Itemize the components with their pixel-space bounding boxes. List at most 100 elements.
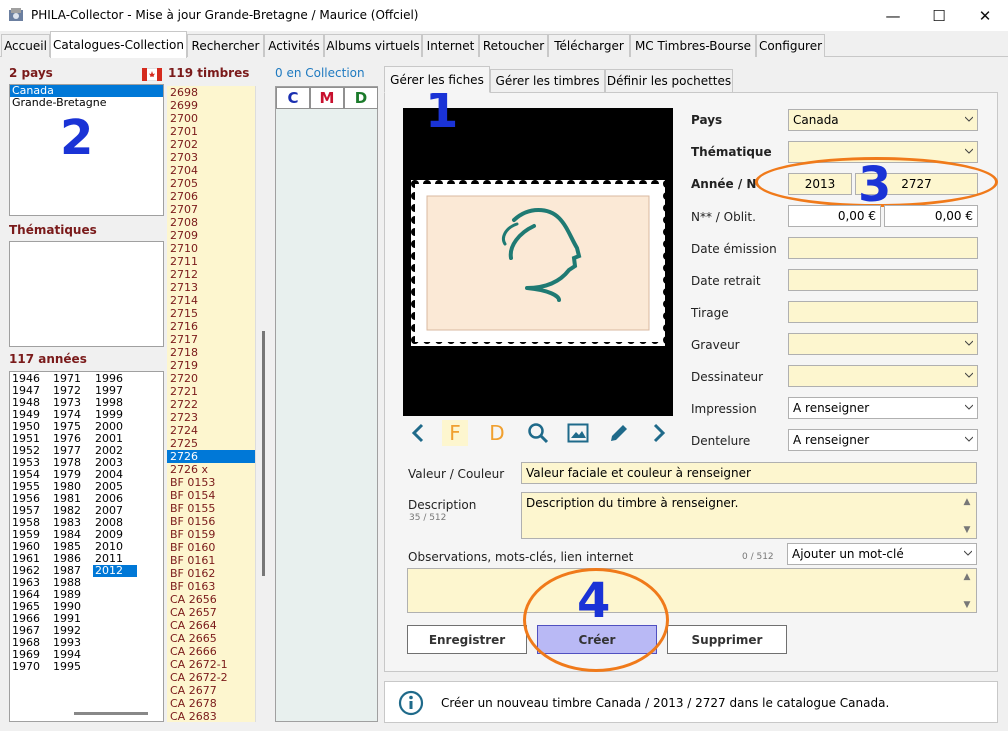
stamp-list-item[interactable]: 2704	[167, 164, 255, 177]
stamp-list-item[interactable]: CA 2672-1	[167, 658, 255, 671]
back-view-button[interactable]: D	[484, 420, 510, 446]
stamp-list-item[interactable]: 2712	[167, 268, 255, 281]
stamp-list-item[interactable]: 2716	[167, 320, 255, 333]
stamp-list-item[interactable]: 2725	[167, 437, 255, 450]
tirage-input[interactable]	[788, 301, 978, 323]
date-retrait-input[interactable]	[788, 269, 978, 291]
minimize-button[interactable]: —	[870, 0, 916, 31]
dessinateur-select[interactable]	[788, 365, 978, 387]
description-textarea[interactable]: Description du timbre à renseigner.	[521, 492, 977, 539]
stamp-list-item[interactable]: BF 0163	[167, 580, 255, 593]
stamp-list-item[interactable]: 2710	[167, 242, 255, 255]
stamp-list-item[interactable]: 2708	[167, 216, 255, 229]
stamp-list-item[interactable]: 2700	[167, 112, 255, 125]
stamp-list-item[interactable]: 2723	[167, 411, 255, 424]
collection-m-button[interactable]: M	[310, 87, 344, 109]
collection-d-button[interactable]: D	[344, 87, 378, 109]
stamp-list-item[interactable]: BF 0162	[167, 567, 255, 580]
stamp-list-item[interactable]: BF 0154	[167, 489, 255, 502]
year-item[interactable]: 1970	[10, 661, 52, 673]
image-icon[interactable]	[565, 420, 591, 446]
collection-list[interactable]: C M D	[275, 86, 378, 722]
maximize-button[interactable]: ☐	[916, 0, 962, 31]
description-scrollbar[interactable]: ▲ ▼	[960, 495, 974, 537]
stamp-list-item[interactable]: 2711	[167, 255, 255, 268]
stamp-list-item[interactable]: 2707	[167, 203, 255, 216]
impression-select[interactable]: A renseigner	[788, 397, 978, 419]
stamp-list-item[interactable]: 2726 x	[167, 463, 255, 476]
stamp-list-item[interactable]: BF 0161	[167, 554, 255, 567]
stamp-list-item[interactable]: BF 0156	[167, 515, 255, 528]
save-button[interactable]: Enregistrer	[407, 625, 527, 654]
stamps-list[interactable]: 2698 2699 2700 2701 2702 2703 2704 2705 2706 2707…	[167, 86, 255, 722]
stamp-list-item[interactable]: BF 0160	[167, 541, 255, 554]
stamp-list-item[interactable]: 2699	[167, 99, 255, 112]
stamp-list-item[interactable]: 2717	[167, 333, 255, 346]
stamp-list-item[interactable]: 2713	[167, 281, 255, 294]
edit-icon[interactable]	[606, 420, 632, 446]
stamp-list-item[interactable]: 2703	[167, 151, 255, 164]
stamp-list-item[interactable]: 2698	[167, 86, 255, 99]
tab-mc-timbres-bourse[interactable]: MC Timbres-Bourse	[630, 34, 756, 57]
stamp-list-item[interactable]: 2722	[167, 398, 255, 411]
country-item-grande-bretagne[interactable]: Grande-Bretagne	[10, 97, 163, 109]
tab-telecharger[interactable]: Télécharger	[548, 34, 630, 57]
stamp-list-item[interactable]: 2718	[167, 346, 255, 359]
close-button[interactable]: ✕	[962, 0, 1008, 31]
stamp-list-item[interactable]: 2714	[167, 294, 255, 307]
stamp-list-item[interactable]: BF 0155	[167, 502, 255, 515]
stamp-list-item[interactable]: 2702	[167, 138, 255, 151]
tab-definir-les-pochettes[interactable]: Définir les pochettes	[605, 69, 733, 92]
stamp-list-item[interactable]: CA 2666	[167, 645, 255, 658]
tab-internet[interactable]: Internet	[422, 34, 479, 57]
tab-retoucher[interactable]: Retoucher	[479, 34, 548, 57]
stamp-list-item[interactable]: CA 2656	[167, 593, 255, 606]
delete-button[interactable]: Supprimer	[667, 625, 787, 654]
neuf-price-input[interactable]: 0,00 €	[788, 205, 881, 227]
stamp-list-item[interactable]: 2709	[167, 229, 255, 242]
oblit-price-input[interactable]: 0,00 €	[884, 205, 978, 227]
date-emission-input[interactable]	[788, 237, 978, 259]
stamp-list-item[interactable]: CA 2678	[167, 697, 255, 710]
tab-catalogues-collection[interactable]: Catalogues-Collection	[50, 31, 187, 58]
year-item[interactable]: 2012	[93, 565, 137, 577]
zoom-icon[interactable]	[525, 420, 551, 446]
stamp-image-frame[interactable]	[403, 108, 673, 416]
themes-list[interactable]	[9, 241, 164, 347]
stamp-list-item[interactable]: 2706	[167, 190, 255, 203]
valeur-input[interactable]: Valeur faciale et couleur à renseigner	[521, 462, 977, 484]
stamp-list-item[interactable]: BF 0159	[167, 528, 255, 541]
years-scrollbar[interactable]	[74, 712, 148, 715]
tab-gerer-les-timbres[interactable]: Gérer les timbres	[490, 69, 605, 92]
canada-flag-icon[interactable]	[142, 68, 162, 81]
tab-rechercher[interactable]: Rechercher	[187, 34, 264, 57]
years-list[interactable]: 1946 1947 1948 1949 1950 1951 1952 1953 1954 1955…	[9, 371, 164, 722]
observations-textarea[interactable]	[407, 568, 977, 613]
tab-activites[interactable]: Activités	[264, 34, 324, 57]
stamp-list-item[interactable]: 2721	[167, 385, 255, 398]
stamp-list-item[interactable]: BF 0153	[167, 476, 255, 489]
stamp-list-item[interactable]: 2715	[167, 307, 255, 320]
stamp-list-item[interactable]: 2701	[167, 125, 255, 138]
graveur-select[interactable]	[788, 333, 978, 355]
stamp-list-item[interactable]: 2705	[167, 177, 255, 190]
stamp-list-item[interactable]: 2724	[167, 424, 255, 437]
dentelure-select[interactable]: A renseigner	[788, 429, 978, 451]
stamp-list-item[interactable]: CA 2677	[167, 684, 255, 697]
observations-scrollbar[interactable]: ▲ ▼	[960, 570, 974, 612]
motcle-select[interactable]: Ajouter un mot-clé	[787, 543, 977, 565]
stamp-list-item[interactable]: CA 2665	[167, 632, 255, 645]
pays-select[interactable]: Canada	[788, 109, 978, 131]
stamp-list-item[interactable]: 2726	[167, 450, 255, 463]
front-view-button[interactable]: F	[442, 420, 468, 446]
collection-c-button[interactable]: C	[276, 87, 310, 109]
next-icon[interactable]	[646, 420, 672, 446]
stamp-list-item[interactable]: 2720	[167, 372, 255, 385]
stamp-list-item[interactable]: CA 2657	[167, 606, 255, 619]
stamps-scrollbar[interactable]	[255, 86, 271, 722]
stamp-list-item[interactable]: CA 2672-2	[167, 671, 255, 684]
tab-configurer[interactable]: Configurer	[756, 34, 825, 57]
stamp-list-item[interactable]: CA 2664	[167, 619, 255, 632]
previous-icon[interactable]	[405, 420, 431, 446]
scrollbar-thumb[interactable]	[262, 331, 265, 576]
